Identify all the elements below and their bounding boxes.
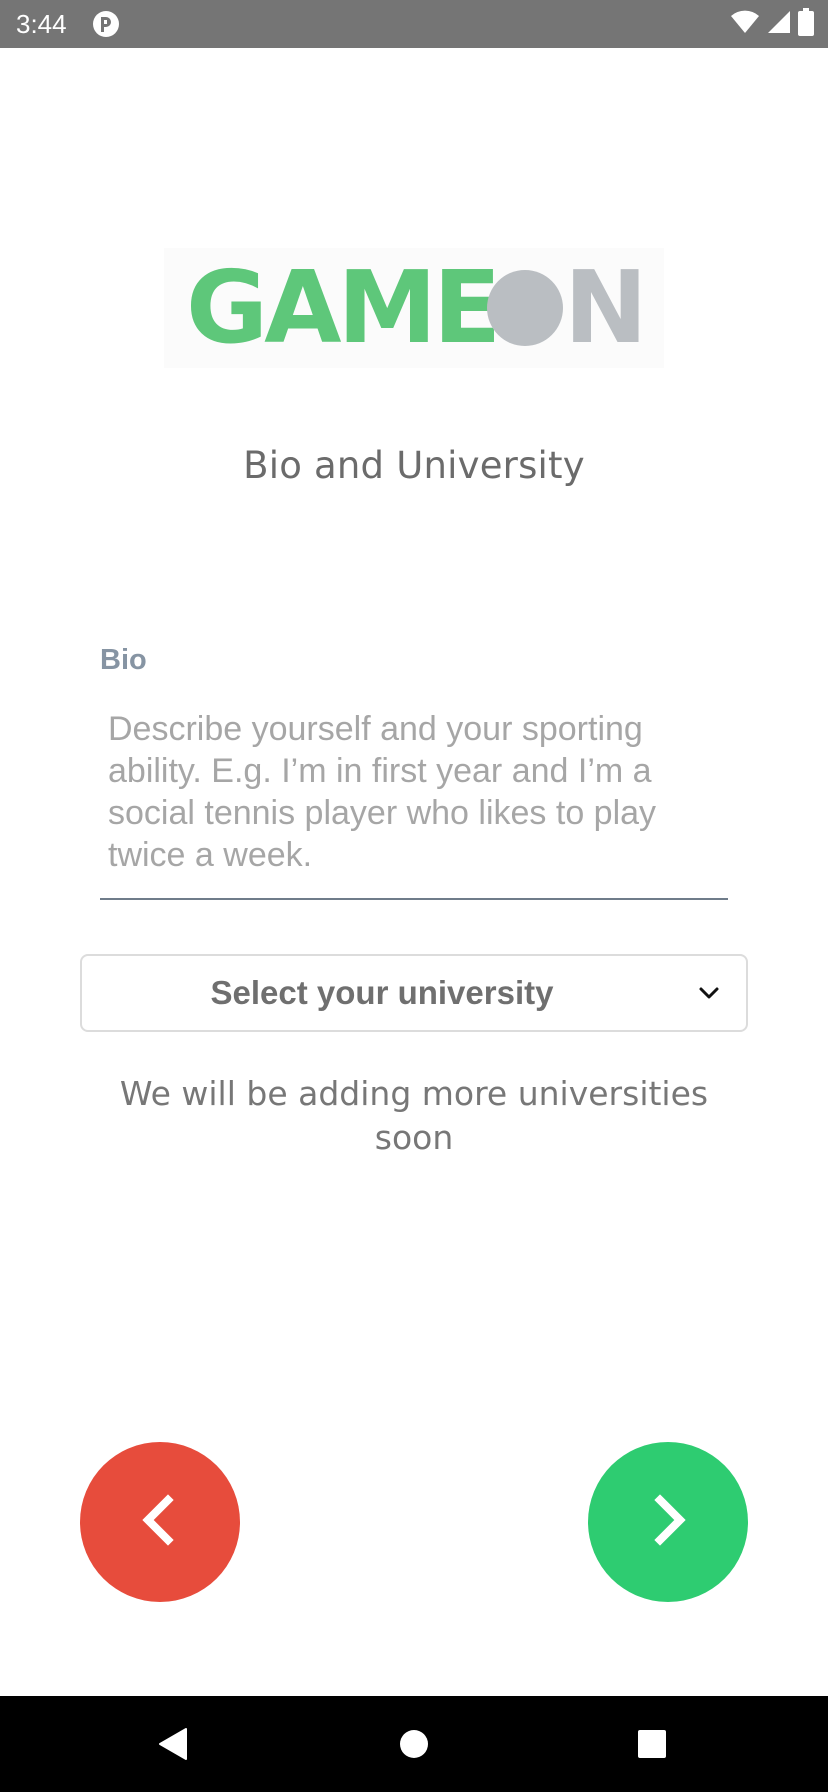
bio-label: Bio (100, 644, 147, 676)
app-notification-icon (92, 10, 120, 38)
recents-square-icon[interactable] (628, 1720, 676, 1768)
battery-icon (798, 7, 814, 41)
wifi-icon (730, 9, 760, 40)
next-button[interactable] (588, 1442, 748, 1602)
status-time: 3:44 (16, 9, 67, 39)
screen: 3:44 GAME N Bio and University Bio Descr… (0, 0, 828, 1792)
university-select[interactable]: Select your university (80, 954, 748, 1032)
university-select-value: Select your university (210, 974, 554, 1011)
chevron-right-icon (638, 1490, 698, 1555)
page-title: Bio and University (243, 444, 585, 487)
home-circle-icon[interactable] (390, 1720, 438, 1768)
status-bar: 3:44 (0, 0, 828, 48)
gameon-logo: GAME N (164, 248, 664, 368)
svg-text:GAME: GAME (186, 249, 497, 366)
bio-input[interactable] (100, 702, 728, 892)
status-icons (730, 7, 814, 41)
university-note: We will be adding more universities soon (119, 1074, 709, 1157)
svg-text:N: N (564, 249, 648, 366)
signal-icon (766, 9, 792, 40)
chevron-left-icon (130, 1490, 190, 1555)
back-button[interactable] (80, 1442, 240, 1602)
back-triangle-icon[interactable] (150, 1720, 198, 1768)
bio-field (100, 702, 728, 900)
chevron-down-icon (698, 982, 720, 1004)
system-nav-bar (0, 1696, 828, 1792)
